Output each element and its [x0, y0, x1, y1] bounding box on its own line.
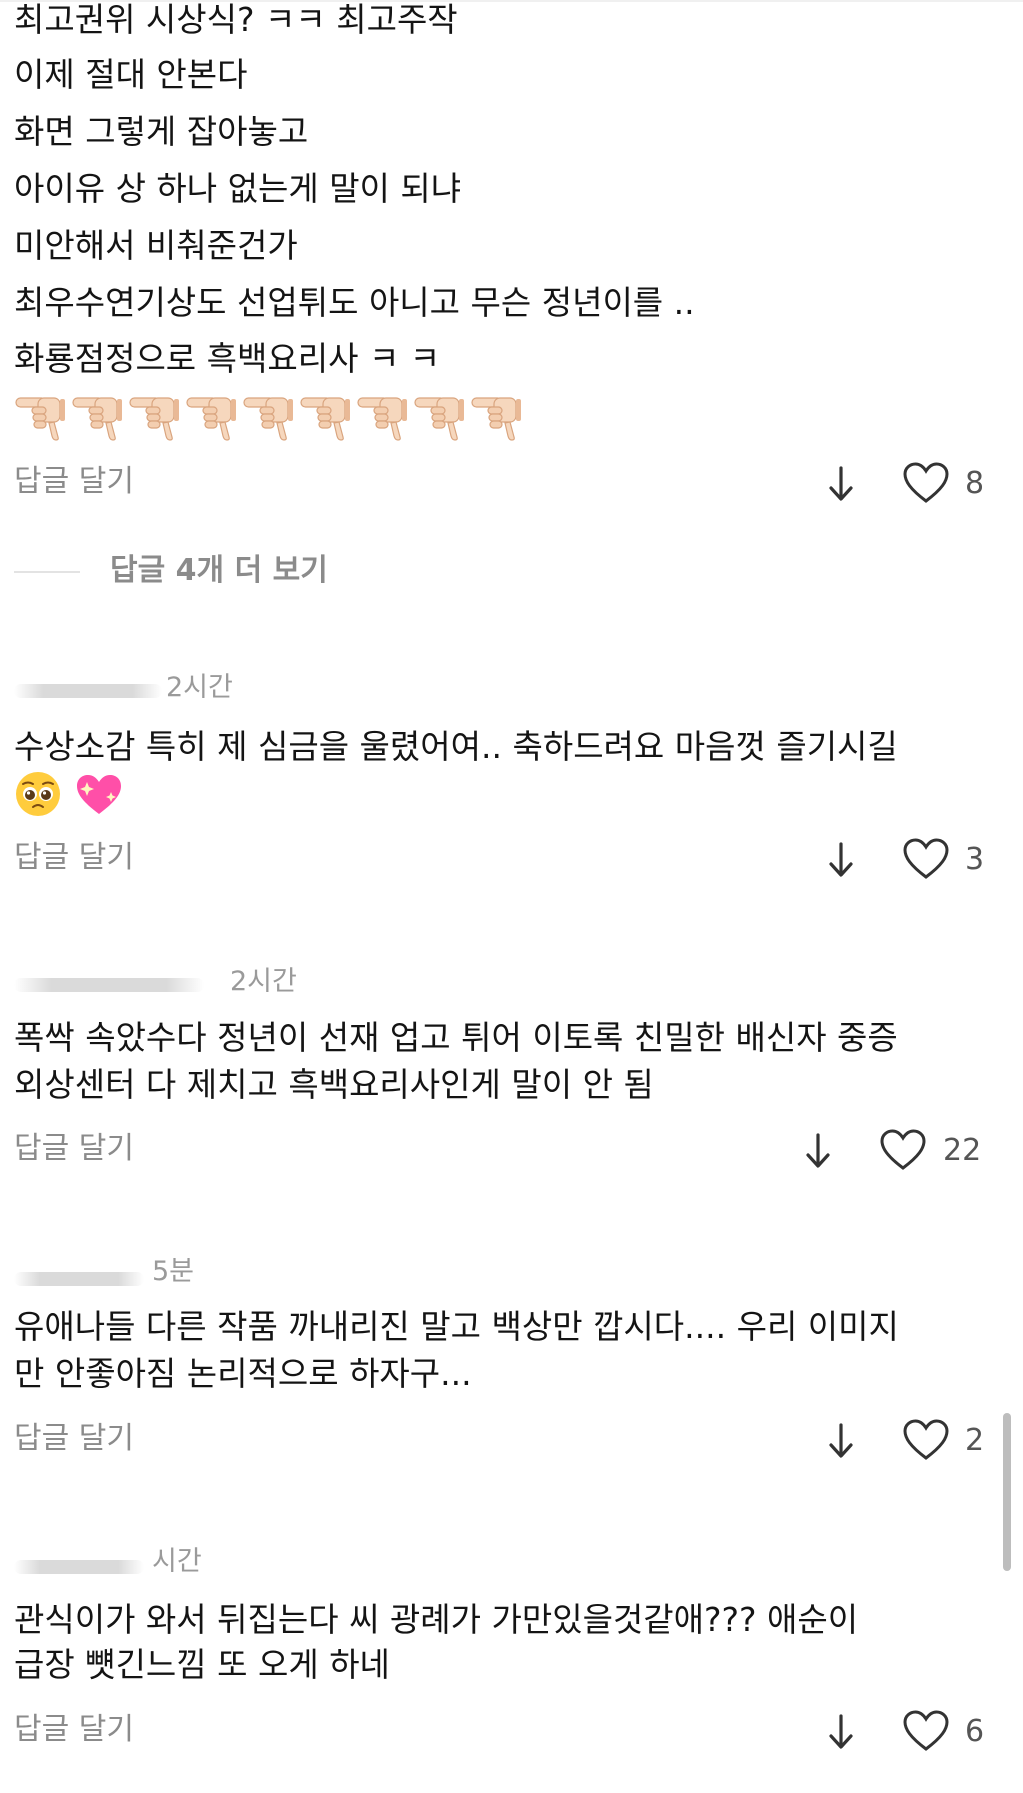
comment-text-line: 화룡점정으로 흑백요리사 ㅋ ㅋ — [14, 339, 441, 378]
reply-button[interactable]: 답글 달기 — [14, 1421, 134, 1457]
comment-text-line: 수상소감 특히 제 심금을 울렸어여.. 축하드려요 마음껏 즐기시길 — [14, 727, 898, 766]
comment-text-line: 아이유 상 하나 없는게 말이 되냐 — [14, 169, 462, 208]
username-redacted[interactable] — [14, 1272, 144, 1286]
comment-text-line: 미안해서 비춰준건가 — [14, 226, 298, 265]
heart-icon[interactable] — [902, 461, 950, 505]
scrollbar[interactable] — [1003, 1413, 1011, 1571]
reply-button[interactable]: 답글 달기 — [14, 1712, 134, 1748]
comment-text-line: 급장 뻇긴느낌 또 오게 하네 — [14, 1645, 390, 1684]
reply-button[interactable]: 답글 달기 — [14, 464, 134, 500]
view-more-replies-button[interactable]: 답글 4개 더 보기 — [110, 553, 328, 589]
comment-timestamp: 5분 — [152, 1256, 195, 1287]
username-redacted[interactable] — [14, 684, 162, 698]
like-count: 22 — [943, 1133, 982, 1168]
comment-text-line: 폭싹 속았수다 정년이 선재 업고 튀어 이토록 친밀한 배신자 중증 — [14, 1018, 898, 1057]
sparkling-heart-icon — [77, 775, 122, 814]
username-redacted[interactable] — [14, 978, 204, 992]
pleading-face-icon — [16, 772, 60, 816]
thumbs-down-icon — [72, 397, 122, 441]
username-redacted[interactable] — [14, 1560, 144, 1574]
heart-icon[interactable] — [879, 1128, 927, 1172]
comment-timestamp: 2시간 — [166, 672, 233, 703]
dislike-arrow-icon[interactable] — [826, 840, 856, 880]
thumbs-down-icon — [129, 397, 179, 441]
comment-text-line: 외상센터 다 제치고 흑백요리사인게 말이 안 됨 — [14, 1065, 654, 1104]
reply-button[interactable]: 답글 달기 — [14, 1131, 134, 1167]
comment-text-line: 관식이가 와서 뒤집는다 씨 광례가 가만있을것같애??? 애순이 — [14, 1600, 859, 1639]
thumbs-down-icon — [471, 397, 521, 441]
like-count: 6 — [965, 1714, 985, 1749]
heart-icon[interactable] — [902, 1418, 950, 1462]
comment-text-line: 화면 그렇게 잡아놓고 — [14, 112, 309, 151]
thumbs-down-icon — [15, 397, 65, 441]
dislike-arrow-icon[interactable] — [803, 1131, 833, 1171]
thumbs-down-icon — [186, 397, 236, 441]
comment-text-line: 이제 절대 안본다 — [14, 55, 248, 94]
replies-divider — [14, 571, 80, 573]
comment-text-line: 만 안좋아짐 논리적으로 하자구... — [14, 1354, 472, 1393]
dislike-arrow-icon[interactable] — [826, 1421, 856, 1461]
comment-timestamp: 2시간 — [230, 966, 297, 997]
thumbs-down-icon — [357, 397, 407, 441]
like-count: 2 — [965, 1423, 985, 1458]
dislike-arrow-icon[interactable] — [826, 1712, 856, 1752]
comment-emoji-line — [14, 770, 131, 820]
comment-text-line: 최고권위 시상식? ㅋㅋ 최고주작 — [14, 0, 458, 39]
thumbs-down-icon — [414, 397, 464, 441]
like-count: 8 — [965, 466, 985, 501]
heart-icon[interactable] — [902, 1709, 950, 1753]
comment-text-line: 유애나들 다른 작품 까내리진 말고 백상만 깝시다.... 우리 이미지 — [14, 1307, 899, 1346]
like-count: 3 — [965, 842, 985, 877]
comment-text-line: 최우수연기상도 선업튀도 아니고 무슨 정년이를 .. — [14, 283, 695, 322]
reply-button[interactable]: 답글 달기 — [14, 840, 134, 876]
emoji-row — [14, 390, 523, 442]
thumbs-down-icon — [300, 397, 350, 441]
heart-icon[interactable] — [902, 837, 950, 881]
thumbs-down-icon — [243, 397, 293, 441]
dislike-arrow-icon[interactable] — [826, 464, 856, 504]
comment-timestamp: 시간 — [152, 1546, 202, 1577]
